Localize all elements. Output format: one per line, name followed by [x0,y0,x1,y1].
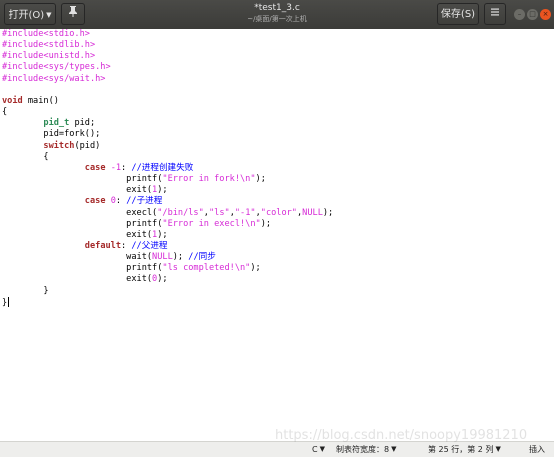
tab-width-selector[interactable]: 制表符宽度：8 ▼ [336,444,396,455]
document-title: *test1_3.c [254,3,300,13]
header-bar: 打开(O) ▼ *test1_3.c ~/桌面/第一次上机 保存(S) – □ × [0,0,554,29]
open-button[interactable]: 打开(O) ▼ [4,3,56,25]
maximize-window-button[interactable]: □ [527,9,538,20]
text-cursor [8,296,10,307]
document-path: ~/桌面/第一次上机 [247,15,307,23]
hamburger-menu-button[interactable] [484,3,506,25]
save-button[interactable]: 保存(S) [437,3,479,25]
pin-icon [67,6,79,20]
close-icon: × [542,10,549,18]
open-button-label: 打开(O) [8,10,45,21]
close-window-button[interactable]: × [540,9,551,20]
chevron-down-icon: ▼ [391,445,397,453]
maximize-icon: □ [529,10,536,18]
cursor-position-label: 第 25 行，第 2 列 [428,445,494,454]
chevron-down-icon: ▼ [319,445,325,453]
new-tab-button[interactable] [61,3,85,25]
minimize-window-button[interactable]: – [514,9,525,20]
cursor-position-selector[interactable]: 第 25 行，第 2 列 ▼ [428,444,501,455]
chevron-down-icon: ▼ [46,11,52,19]
minimize-icon: – [517,10,522,18]
watermark: https://blog.csdn.net/snoopy19981210 [275,428,528,443]
language-selector[interactable]: C ▼ [312,444,325,455]
status-bar: C ▼ 制表符宽度：8 ▼ 第 25 行，第 2 列 ▼ 插入 [0,441,554,457]
insert-mode-indicator[interactable]: 插入 [529,444,545,455]
language-label: C [312,445,318,454]
tab-width-label: 制表符宽度：8 [336,445,390,454]
hamburger-menu-icon [490,8,500,20]
code-text[interactable]: #include<stdio.h> #include<stdlib.h> #in… [0,29,554,309]
code-editor[interactable]: #include<stdio.h> #include<stdlib.h> #in… [0,29,554,441]
chevron-down-icon: ▼ [495,445,501,453]
